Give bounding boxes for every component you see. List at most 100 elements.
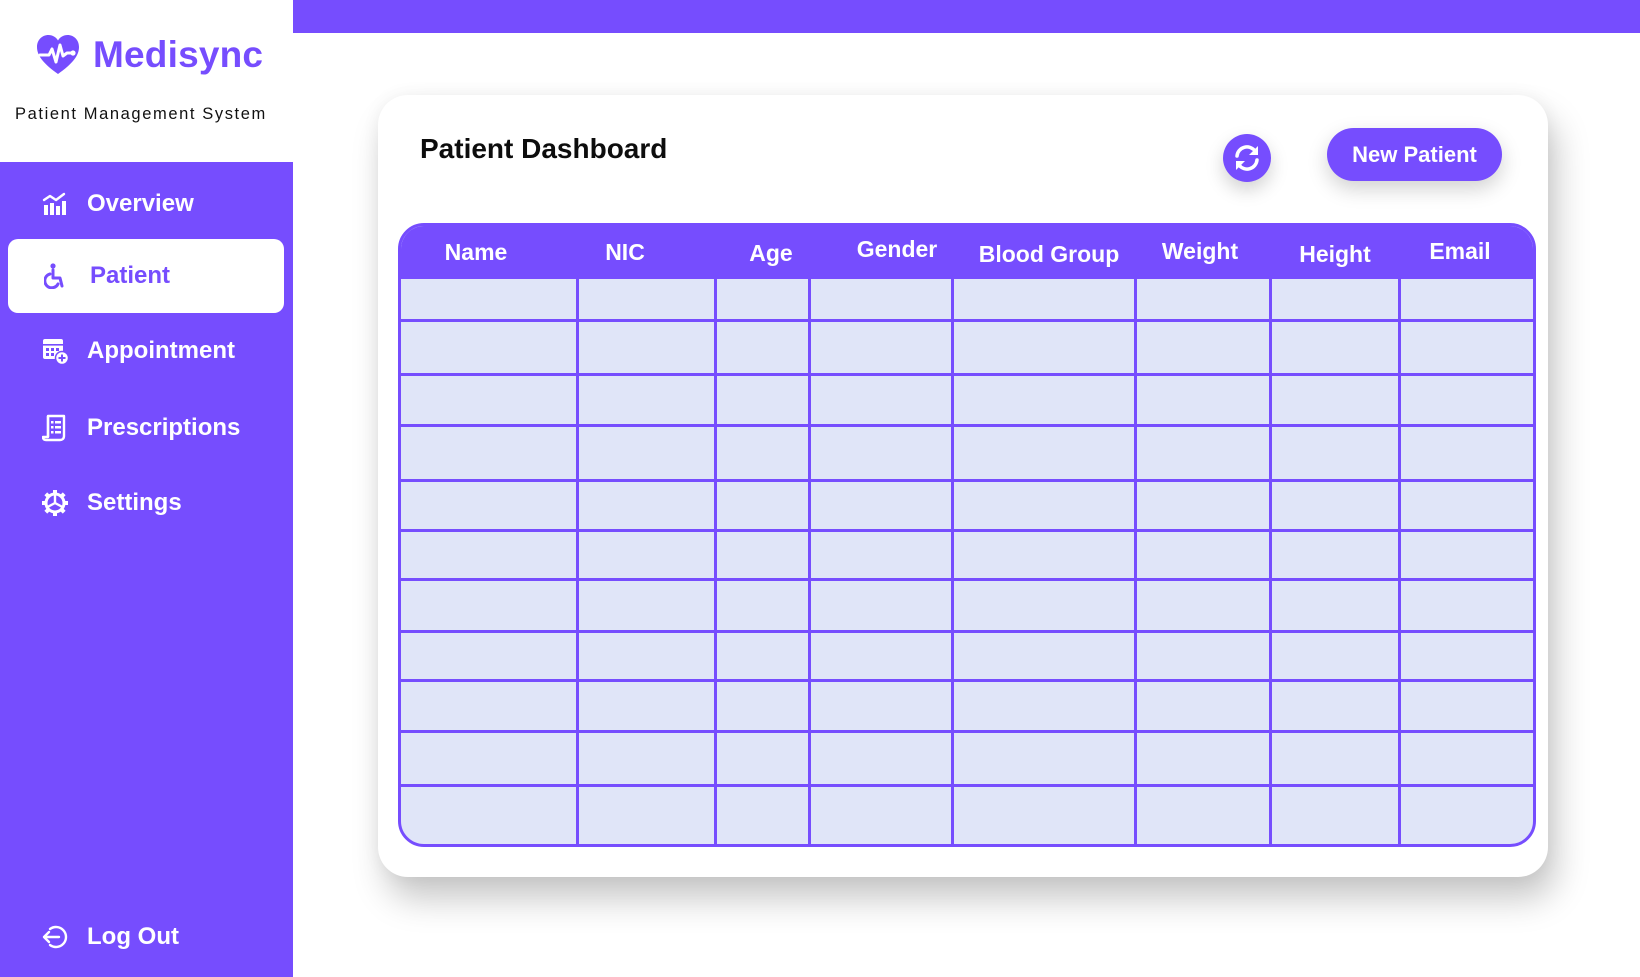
table-cell[interactable] — [1272, 376, 1398, 424]
table-cell[interactable] — [717, 532, 808, 578]
table-cell[interactable] — [1401, 532, 1533, 578]
table-cell[interactable] — [811, 279, 951, 319]
table-cell[interactable] — [579, 633, 714, 679]
table-cell[interactable] — [579, 581, 714, 630]
logout-button[interactable]: Log Out — [8, 900, 284, 974]
table-cell[interactable] — [717, 322, 808, 373]
table-cell[interactable] — [1401, 427, 1533, 479]
table-cell[interactable] — [404, 482, 576, 529]
column-header-nic[interactable]: NIC — [605, 239, 645, 266]
table-cell[interactable] — [1272, 427, 1398, 479]
table-cell[interactable] — [1137, 427, 1269, 479]
table-cell[interactable] — [954, 427, 1134, 479]
table-cell[interactable] — [811, 482, 951, 529]
table-cell[interactable] — [1272, 532, 1398, 578]
table-cell[interactable] — [954, 733, 1134, 784]
column-header-height[interactable]: Height — [1299, 241, 1371, 268]
table-cell[interactable] — [579, 733, 714, 784]
table-cell[interactable] — [1137, 682, 1269, 730]
table-cell[interactable] — [1137, 581, 1269, 630]
table-cell[interactable] — [717, 682, 808, 730]
column-header-blood-group[interactable]: Blood Group — [979, 241, 1120, 268]
table-cell[interactable] — [717, 581, 808, 630]
table-cell[interactable] — [404, 733, 576, 784]
table-cell[interactable] — [1272, 322, 1398, 373]
column-header-weight[interactable]: Weight — [1162, 238, 1238, 265]
table-cell[interactable] — [1272, 733, 1398, 784]
table-cell[interactable] — [1401, 733, 1533, 784]
table-cell[interactable] — [404, 376, 576, 424]
table-cell[interactable] — [1401, 581, 1533, 630]
refresh-button[interactable] — [1223, 134, 1271, 182]
table-cell[interactable] — [1401, 322, 1533, 373]
table-cell[interactable] — [1272, 482, 1398, 529]
table-cell[interactable] — [1272, 682, 1398, 730]
table-cell[interactable] — [579, 482, 714, 529]
column-header-name[interactable]: Name — [445, 239, 508, 266]
table-cell[interactable] — [1401, 376, 1533, 424]
column-header-age[interactable]: Age — [749, 240, 792, 267]
table-cell[interactable] — [1401, 787, 1533, 844]
new-patient-button[interactable]: New Patient — [1327, 128, 1502, 181]
table-cell[interactable] — [1272, 279, 1398, 319]
table-cell[interactable] — [579, 279, 714, 319]
table-cell[interactable] — [811, 427, 951, 479]
table-cell[interactable] — [1137, 279, 1269, 319]
table-cell[interactable] — [1137, 376, 1269, 424]
table-cell[interactable] — [1401, 633, 1533, 679]
table-cell[interactable] — [1137, 733, 1269, 784]
table-cell[interactable] — [811, 633, 951, 679]
table-cell[interactable] — [1137, 482, 1269, 529]
table-cell[interactable] — [579, 322, 714, 373]
table-cell[interactable] — [811, 532, 951, 578]
table-cell[interactable] — [1272, 581, 1398, 630]
table-cell[interactable] — [954, 787, 1134, 844]
table-cell[interactable] — [579, 427, 714, 479]
table-cell[interactable] — [1137, 633, 1269, 679]
table-cell[interactable] — [954, 633, 1134, 679]
table-cell[interactable] — [717, 633, 808, 679]
table-cell[interactable] — [1137, 532, 1269, 578]
table-cell[interactable] — [954, 482, 1134, 529]
sidebar-item-prescriptions[interactable]: Prescriptions — [8, 391, 284, 465]
table-cell[interactable] — [1137, 322, 1269, 373]
table-cell[interactable] — [954, 581, 1134, 630]
table-cell[interactable] — [717, 787, 808, 844]
table-cell[interactable] — [404, 279, 576, 319]
table-cell[interactable] — [717, 482, 808, 529]
table-cell[interactable] — [811, 581, 951, 630]
table-cell[interactable] — [1272, 633, 1398, 679]
table-cell[interactable] — [717, 427, 808, 479]
column-header-gender[interactable]: Gender — [857, 236, 938, 263]
table-cell[interactable] — [404, 532, 576, 578]
table-cell[interactable] — [579, 787, 714, 844]
table-cell[interactable] — [954, 322, 1134, 373]
table-cell[interactable] — [404, 427, 576, 479]
table-cell[interactable] — [954, 682, 1134, 730]
table-cell[interactable] — [404, 682, 576, 730]
table-cell[interactable] — [579, 532, 714, 578]
table-cell[interactable] — [404, 581, 576, 630]
table-cell[interactable] — [404, 322, 576, 373]
table-cell[interactable] — [1401, 279, 1533, 319]
sidebar-item-patient[interactable]: Patient — [8, 239, 284, 313]
table-cell[interactable] — [404, 787, 576, 844]
table-cell[interactable] — [954, 532, 1134, 578]
table-cell[interactable] — [811, 787, 951, 844]
table-cell[interactable] — [811, 733, 951, 784]
sidebar-item-appointment[interactable]: Appointment — [8, 314, 284, 388]
table-cell[interactable] — [811, 682, 951, 730]
table-cell[interactable] — [1272, 787, 1398, 844]
table-cell[interactable] — [717, 376, 808, 424]
column-header-email[interactable]: Email — [1429, 238, 1490, 265]
table-cell[interactable] — [811, 322, 951, 373]
table-cell[interactable] — [717, 733, 808, 784]
sidebar-item-settings[interactable]: Settings — [8, 466, 284, 540]
table-cell[interactable] — [1401, 482, 1533, 529]
sidebar-item-overview[interactable]: Overview — [8, 167, 284, 241]
table-cell[interactable] — [579, 376, 714, 424]
table-cell[interactable] — [1137, 787, 1269, 844]
table-cell[interactable] — [404, 633, 576, 679]
table-cell[interactable] — [811, 376, 951, 424]
table-cell[interactable] — [954, 376, 1134, 424]
